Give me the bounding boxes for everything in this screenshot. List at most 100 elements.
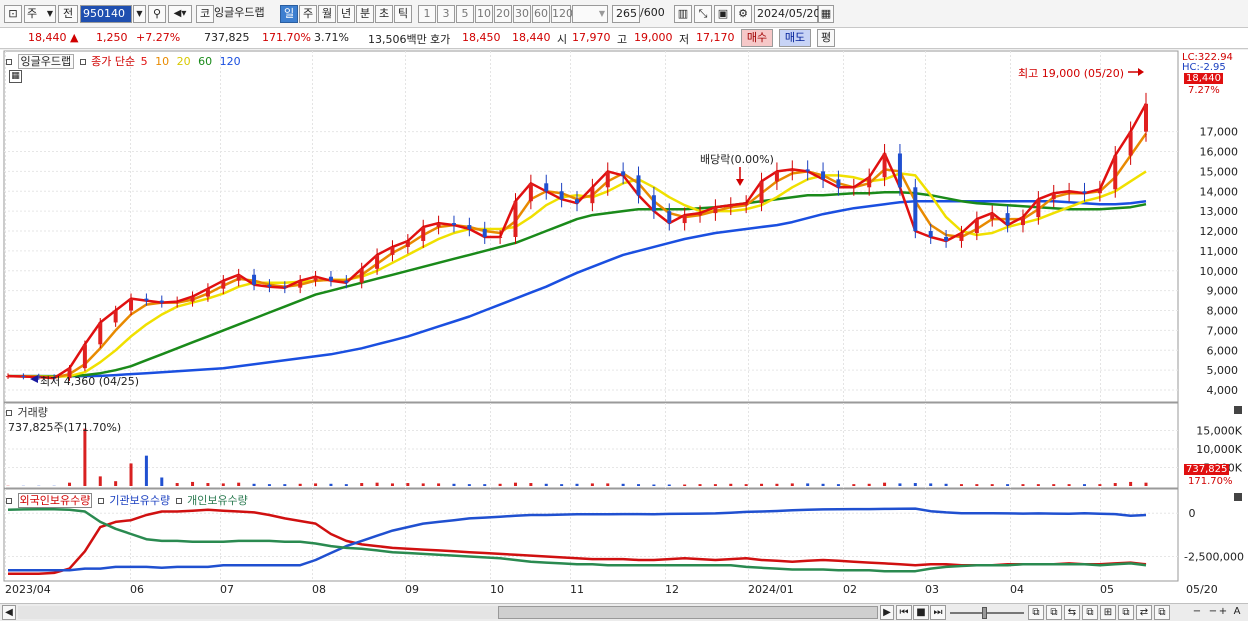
candle-body <box>252 274 257 285</box>
candle-body <box>405 240 410 247</box>
copy-icon[interactable]: ⧉ <box>1118 605 1134 620</box>
date-input[interactable]: 2024/05/20 <box>754 5 820 23</box>
scroll-thumb[interactable] <box>498 606 878 619</box>
volume-bar <box>775 483 779 486</box>
interval-3[interactable]: 3 <box>437 5 455 23</box>
interval-60[interactable]: 60 <box>532 5 550 23</box>
volume-bar <box>790 483 794 486</box>
prev-select[interactable]: 전 <box>58 5 78 23</box>
search-icon[interactable]: ⚲ <box>148 5 166 23</box>
candle-body <box>390 246 395 255</box>
overlay-icon[interactable]: ⧉ <box>1046 605 1062 620</box>
scroll-right-icon[interactable]: ▶ <box>880 605 894 620</box>
compare-icon[interactable]: ⇆ <box>1064 605 1080 620</box>
ma-5-label[interactable]: 5 <box>141 55 148 68</box>
stop-icon[interactable]: ■ <box>913 605 929 620</box>
layout-icon[interactable]: ⧉ <box>1082 605 1098 620</box>
interval-20[interactable]: 20 <box>494 5 512 23</box>
zoom-slider-handle[interactable] <box>982 607 987 619</box>
period-tab-minute[interactable]: 분 <box>356 5 374 23</box>
count-input[interactable]: 265 <box>612 5 640 23</box>
candle-style-icon[interactable]: ▥ <box>674 5 692 23</box>
sync-icon[interactable]: ⇄ <box>1136 605 1152 620</box>
scroll-track[interactable] <box>18 606 878 619</box>
close-volume-panel-icon[interactable] <box>1234 406 1242 414</box>
candle-body <box>144 298 149 301</box>
last-page-icon[interactable]: ⏭ <box>930 605 946 620</box>
save-icon[interactable]: ▣ <box>714 5 732 23</box>
buy-button[interactable]: 매수 <box>741 29 773 47</box>
period-tab-week[interactable]: 주 <box>299 5 317 23</box>
code-dropdown-icon[interactable]: ▼ <box>133 5 146 23</box>
stock-chart[interactable]: 17,000 16,000 15,000 14,000 13,000 12,000 11,0… <box>0 50 1248 603</box>
chevron-down-icon: ▼ <box>46 9 53 18</box>
name-icon[interactable]: 코 <box>196 5 214 23</box>
interval-10[interactable]: 10 <box>475 5 493 23</box>
volume-bar <box>544 483 548 486</box>
individual-holder-label[interactable]: 개인보유수량 <box>187 494 248 507</box>
candle-body <box>897 153 902 188</box>
candle-body <box>328 276 333 281</box>
interval-1[interactable]: 1 <box>418 5 436 23</box>
type-select[interactable]: 주 ▼ <box>24 5 56 23</box>
eval-button[interactable]: 평 <box>817 29 835 47</box>
volume-bar <box>1036 484 1040 486</box>
close-holder-panel-icon[interactable] <box>1234 493 1242 501</box>
period-tab-month[interactable]: 월 <box>318 5 336 23</box>
restore-icon[interactable]: ⧉ <box>1154 605 1170 620</box>
ma-prefix[interactable]: 종가 단순 <box>91 55 135 68</box>
period-tab-tick[interactable]: 틱 <box>394 5 412 23</box>
stock-code-input[interactable]: 950140 <box>80 5 132 23</box>
first-page-icon[interactable]: ⏮ <box>896 605 912 620</box>
gear-icon[interactable]: ⚙ <box>734 5 752 23</box>
ma-120-label[interactable]: 120 <box>220 55 241 68</box>
volume-bar <box>206 483 210 486</box>
legend-square-icon <box>6 498 12 504</box>
sell-button[interactable]: 매도 <box>779 29 811 47</box>
speaker-icon[interactable]: ◀▾ <box>168 5 192 23</box>
calendar-icon[interactable]: ▦ <box>818 5 834 23</box>
candle-body <box>590 187 595 204</box>
volume-bar <box>913 483 917 486</box>
price-tick-label: 5,000 <box>1207 364 1239 377</box>
volume-ratio: 171.70% <box>262 31 311 44</box>
layout-icon[interactable]: ⊡ <box>4 5 22 23</box>
candle-body <box>651 195 656 212</box>
foreign-holder-label[interactable]: 외국인보유수량 <box>17 493 93 508</box>
split-view-icon[interactable]: ⧉ <box>1028 605 1044 620</box>
interval-120[interactable]: 120 <box>551 5 573 23</box>
font-size-icon[interactable]: A <box>1230 605 1244 620</box>
volume-bar <box>637 484 641 486</box>
period-tab-day[interactable]: 일 <box>280 5 298 23</box>
change-amount: 1,250 <box>96 31 128 44</box>
period-tab-year[interactable]: 년 <box>337 5 355 23</box>
table-icon[interactable]: ▦ <box>9 70 22 83</box>
institution-holder-label[interactable]: 기관보유수량 <box>109 494 170 507</box>
candle-body <box>974 219 979 234</box>
window-icon[interactable]: ⊞ <box>1100 605 1116 620</box>
volume-bar <box>329 483 333 486</box>
ma-10-label[interactable]: 10 <box>155 55 169 68</box>
draw-tool-icon[interactable]: ⤡ <box>694 5 712 23</box>
chart-area[interactable]: 17,000 16,000 15,000 14,000 13,000 12,000 11,0… <box>0 50 1248 603</box>
zoom-in-icon[interactable]: + <box>1216 605 1230 620</box>
candle-body <box>375 254 380 269</box>
scroll-left-icon[interactable]: ◀ <box>2 605 16 620</box>
zoom-out-icon[interactable]: − <box>1190 605 1204 620</box>
candle-body <box>851 187 856 189</box>
turnover-ratio: 3.71% <box>314 31 349 44</box>
volume-bar <box>590 483 594 486</box>
volume-bar <box>406 483 410 486</box>
period-tab-second[interactable]: 초 <box>375 5 393 23</box>
stock-legend-label[interactable]: 잉글우드랩 <box>17 54 75 69</box>
interval-30[interactable]: 30 <box>513 5 531 23</box>
ma-60-label[interactable]: 60 <box>198 55 212 68</box>
interval-custom-select[interactable]: ▼ <box>572 5 608 23</box>
volume-bar <box>344 484 348 486</box>
zoom-slider[interactable] <box>950 607 1024 619</box>
price-tick-label: 15,000 <box>1200 165 1239 178</box>
volume-current-pct: 171.70% <box>1188 476 1233 487</box>
interval-5[interactable]: 5 <box>456 5 474 23</box>
ma-20-label[interactable]: 20 <box>177 55 191 68</box>
volume-title[interactable]: 거래량 <box>18 406 48 419</box>
